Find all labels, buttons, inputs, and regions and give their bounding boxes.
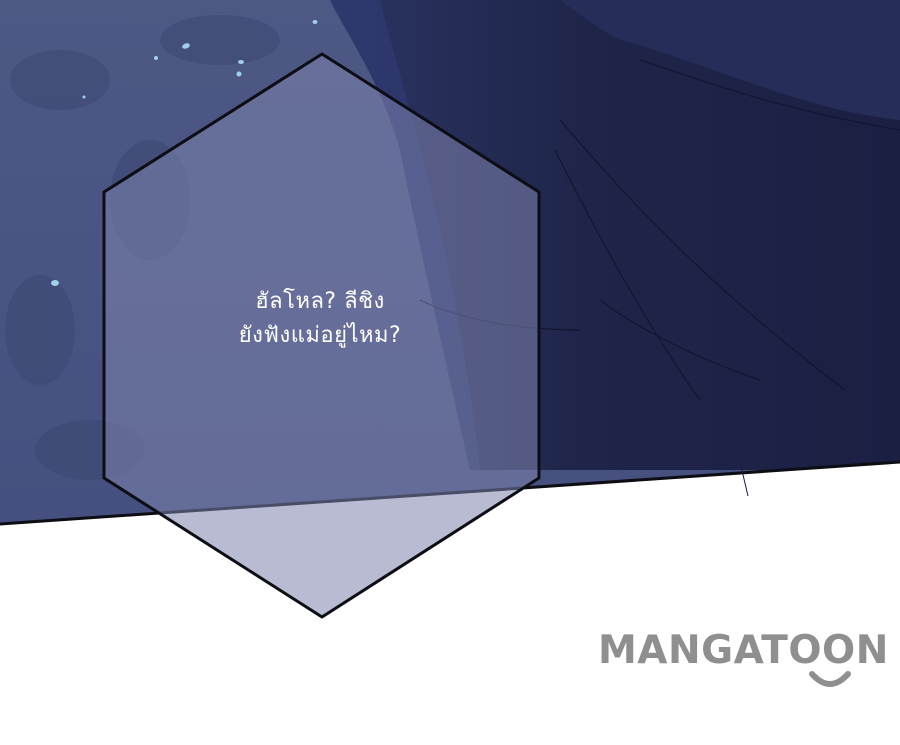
watermark-text: MANGATOON — [598, 628, 889, 673]
smile-icon — [809, 671, 851, 687]
comic-page: ฮัลโหล? ลีชิง ยังฟังแม่อยู่ไหม? MANGATOO… — [0, 0, 900, 745]
bubble-line-1: ฮัลโหล? ลีชิง — [255, 289, 385, 314]
bubble-line-2: ยังฟังแม่อยู่ไหม? — [238, 323, 402, 348]
mangatoon-watermark: MANGATOON — [598, 626, 900, 696]
speech-bubble-text: ฮัลโหล? ลีชิง ยังฟังแม่อยู่ไหม? — [150, 285, 490, 353]
